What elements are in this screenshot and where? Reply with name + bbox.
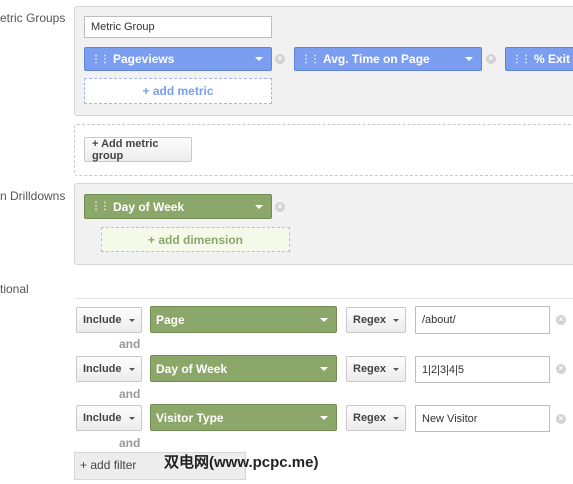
chevron-down-icon [129,367,135,371]
drag-handle-icon[interactable]: ⋮⋮ [301,54,320,65]
metric-label: Avg. Time on Page [323,52,430,66]
chevron-down-icon [393,318,399,322]
match-type-label: Regex [353,314,387,326]
metric-label: % Exit [534,52,571,66]
match-type-select[interactable]: Regex [346,307,406,333]
chevron-down-icon [320,366,328,371]
watermark-text: 双电网(www.pcpc.me) [164,454,319,471]
filter-dimension-day-of-week[interactable]: Day of Week [150,355,337,382]
filter-dimension-page[interactable]: Page [150,306,337,333]
remove-icon[interactable]: × [275,54,285,64]
remove-icon[interactable]: × [556,414,566,424]
drag-handle-icon[interactable]: ⋮⋮ [91,54,110,65]
include-select[interactable]: Include [76,405,142,431]
chevron-down-icon[interactable] [255,204,263,209]
remove-icon[interactable]: × [556,364,566,374]
include-select[interactable]: Include [76,356,142,382]
and-label: and [119,387,141,401]
include-label: Include [83,363,122,375]
add-metric-button[interactable]: + add metric [84,78,272,104]
drilldowns-label: n Drilldowns [0,189,66,203]
add-dimension-button[interactable]: + add dimension [101,227,290,252]
filter-dimension-label: Visitor Type [156,410,224,425]
dimension-label: Day of Week [113,199,185,214]
match-type-select[interactable]: Regex [346,405,406,431]
remove-icon[interactable]: × [486,54,496,64]
filter-dimension-label: Day of Week [156,361,228,376]
chevron-down-icon [320,415,328,420]
drag-handle-icon[interactable]: ⋮⋮ [512,54,531,65]
metric-pill-exit[interactable]: ⋮⋮ % Exit [505,47,573,71]
metric-pill-pageviews[interactable]: ⋮⋮ Pageviews [84,47,272,71]
metric-group-name-input[interactable]: Metric Group [84,16,272,38]
metric-groups-label: etric Groups [0,11,66,25]
chevron-down-icon [320,317,328,322]
filter-dimension-visitor-type[interactable]: Visitor Type [150,404,337,431]
chevron-down-icon[interactable] [465,57,473,61]
include-label: Include [83,314,122,326]
filter-value-input[interactable]: 1|2|3|4|5 [415,356,550,383]
include-label: Include [83,412,122,424]
chevron-down-icon [129,318,135,322]
metric-pill-avg-time[interactable]: ⋮⋮ Avg. Time on Page [294,47,482,71]
include-select[interactable]: Include [76,307,142,333]
chevron-down-icon [129,416,135,420]
remove-icon[interactable]: × [275,202,285,212]
filter-value-input[interactable]: /about/ [415,306,550,334]
filter-value-input[interactable]: New Visitor [415,405,550,432]
metric-label: Pageviews [113,52,175,66]
optional-label: tional [0,282,29,296]
add-metric-group-button[interactable]: + Add metric group [84,137,192,162]
chevron-down-icon [393,367,399,371]
filter-dimension-label: Page [156,312,185,327]
match-type-label: Regex [353,363,387,375]
dimension-pill-day-of-week[interactable]: ⋮⋮ Day of Week [84,194,272,219]
match-type-label: Regex [353,412,387,424]
drag-handle-icon[interactable]: ⋮⋮ [91,201,110,212]
add-filter-button[interactable]: + add filter [80,458,136,472]
chevron-down-icon [393,416,399,420]
section-divider [74,298,573,299]
and-label: and [119,337,141,351]
chevron-down-icon[interactable] [255,57,263,61]
and-label: and [119,436,141,450]
remove-icon[interactable]: × [556,315,566,325]
match-type-select[interactable]: Regex [346,356,406,382]
